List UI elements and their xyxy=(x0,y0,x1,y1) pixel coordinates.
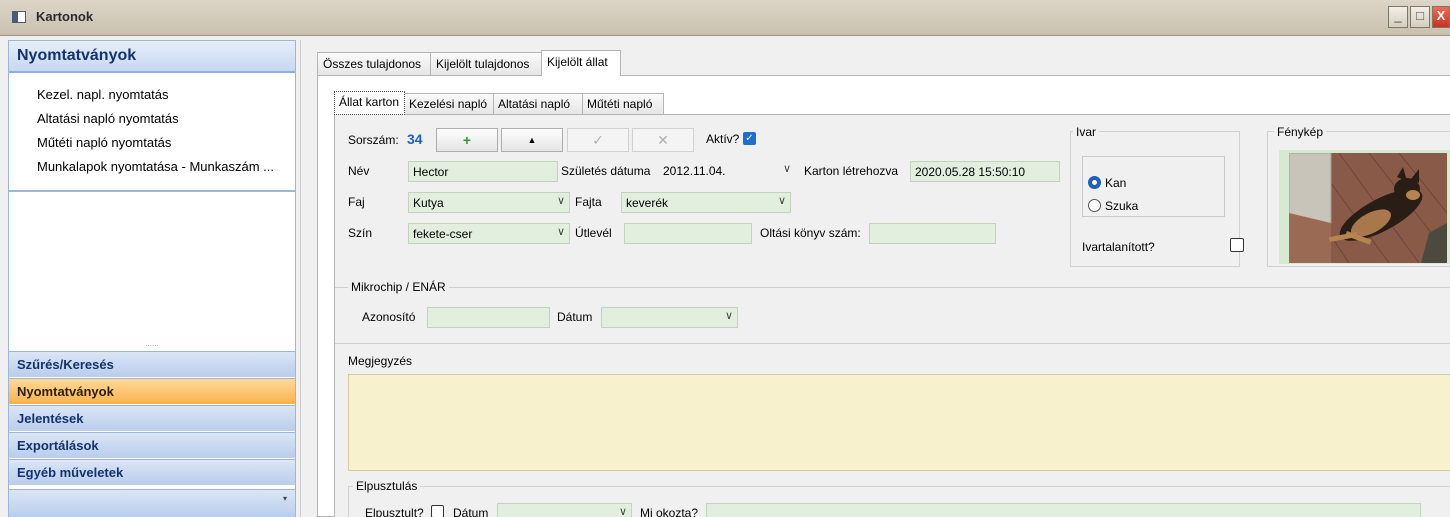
elpusztulas-datum-picker[interactable]: ∨ xyxy=(497,503,632,517)
chevron-down-icon[interactable]: ∨ xyxy=(557,225,565,238)
aktiv-label: Aktív? xyxy=(706,132,740,146)
animal-panel: Állat karton Kezelési napló Altatási nap… xyxy=(317,75,1450,517)
panel-splitter[interactable]: ...... xyxy=(9,340,295,351)
category-egyeb-muveletek[interactable]: Egyéb műveletek xyxy=(9,459,295,485)
app-icon xyxy=(12,11,26,23)
kan-label[interactable]: Kan xyxy=(1105,176,1126,190)
tab-muteti-naplo[interactable]: Műtéti napló xyxy=(582,93,664,114)
megjegyzes-textarea[interactable] xyxy=(348,374,1450,471)
aktiv-checkbox[interactable]: ✓ xyxy=(743,132,756,145)
tab-osszes-tulajdonos[interactable]: Összes tulajdonos xyxy=(317,52,431,75)
szuletes-value: 2012.11.04. xyxy=(663,164,726,178)
category-nyomtatvanyok[interactable]: Nyomtatványok xyxy=(9,378,295,404)
fajta-value: keverék xyxy=(626,196,669,210)
chevron-down-icon[interactable]: ∨ xyxy=(778,194,786,207)
nav-item-muteti-naplo[interactable]: Műtéti napló nyomtatás xyxy=(9,133,295,157)
sorszam-value: 34 xyxy=(407,131,423,147)
ivar-radio-group xyxy=(1082,156,1225,217)
tab-allat-karton[interactable]: Állat karton xyxy=(334,91,405,115)
main-area: Összes tulajdonos Kijelölt tulajdonos Ki… xyxy=(300,40,1450,517)
faj-value: Kutya xyxy=(413,196,444,210)
nav-item-munkalapok[interactable]: Munkalapok nyomtatása - Munkaszám ... xyxy=(9,157,295,181)
tab-altatasi-naplo[interactable]: Altatási napló xyxy=(493,93,583,114)
category-jelentesek[interactable]: Jelentések xyxy=(9,405,295,431)
window-titlebar: Kartonok _ □ X xyxy=(0,0,1450,36)
utlevel-label: Útlevél xyxy=(575,226,612,240)
nav-header: Nyomtatványok xyxy=(9,41,295,73)
elpusztulas-datum-label: Dátum xyxy=(453,506,489,517)
mi-okozta-field[interactable] xyxy=(706,503,1421,517)
mikrochip-datum-picker[interactable]: ∨ xyxy=(601,307,738,328)
close-button[interactable]: X xyxy=(1432,6,1450,28)
chevron-down-icon[interactable]: ∨ xyxy=(725,309,733,322)
up-button[interactable]: ▲ xyxy=(501,128,563,152)
nev-label: Név xyxy=(348,164,370,178)
oltasi-label: Oltási könyv szám: xyxy=(760,226,861,240)
chevron-down-icon[interactable]: ∨ xyxy=(619,505,627,517)
maximize-button[interactable]: □ xyxy=(1410,6,1430,28)
elpusztulas-title: Elpusztulás xyxy=(353,479,421,493)
fenykep-title: Fénykép xyxy=(1274,125,1327,139)
chevron-down-icon[interactable]: ∨ xyxy=(783,162,791,175)
ivartalanitott-label: Ivartalanított? xyxy=(1082,240,1155,254)
azonosito-label: Azonosító xyxy=(362,310,416,324)
nav-divider xyxy=(9,190,295,192)
szin-combo[interactable]: fekete-cser ∨ xyxy=(408,223,570,244)
faj-label: Faj xyxy=(348,195,365,209)
szuletes-label: Születés dátuma xyxy=(561,164,651,178)
nav-item-kezel-napl[interactable]: Kezel. napl. nyomtatás xyxy=(9,85,295,109)
window-title: Kartonok xyxy=(36,9,94,24)
divider xyxy=(335,343,1450,344)
szin-label: Szín xyxy=(348,226,373,240)
chevron-down-icon[interactable]: ∨ xyxy=(557,194,565,207)
azonosito-field[interactable] xyxy=(427,307,550,328)
karton-label: Karton létrehozva xyxy=(804,164,899,178)
confirm-button[interactable]: ✓ xyxy=(567,128,629,152)
fajta-combo[interactable]: keverék ∨ xyxy=(621,192,791,213)
tab-kijelolt-tulajdonos[interactable]: Kijelölt tulajdonos xyxy=(430,52,542,75)
szuka-label[interactable]: Szuka xyxy=(1105,199,1138,213)
karton-field[interactable]: 2020.05.28 15:50:10 xyxy=(910,161,1060,182)
sorszam-label: Sorszám: xyxy=(348,133,399,147)
tab-kijelolt-allat[interactable]: Kijelölt állat xyxy=(541,50,621,76)
ivar-title: Ivar xyxy=(1073,125,1100,139)
tab-kezelesi-naplo[interactable]: Kezelési napló xyxy=(404,93,494,114)
mi-okozta-label: Mi okozta? xyxy=(640,506,699,517)
minimize-button[interactable]: _ xyxy=(1388,6,1408,28)
dog-photo xyxy=(1289,153,1447,263)
print-list: Kezel. napl. nyomtatás Altatási napló ny… xyxy=(9,73,295,181)
animal-card-form: Sorszám: 34 + ▲ ✓ ✕ Aktív? ✓ Név Hector … xyxy=(334,114,1450,517)
left-nav-panel: Nyomtatványok Kezel. napl. nyomtatás Alt… xyxy=(8,40,296,517)
kan-radio[interactable] xyxy=(1088,176,1101,189)
category-exportalasok[interactable]: Exportálások xyxy=(9,432,295,458)
ivartalanitott-checkbox[interactable] xyxy=(1230,238,1244,252)
szuka-radio[interactable] xyxy=(1088,199,1101,212)
szuletes-date-picker[interactable]: 2012.11.04. ∨ xyxy=(659,161,795,182)
utlevel-field[interactable] xyxy=(624,223,752,244)
cancel-button[interactable]: ✕ xyxy=(632,128,694,152)
photo-frame[interactable] xyxy=(1279,150,1450,264)
chevron-down-icon[interactable]: ▾ xyxy=(283,494,287,503)
szin-value: fekete-cser xyxy=(413,227,473,241)
oltasi-field[interactable] xyxy=(869,223,996,244)
megjegyzes-label: Megjegyzés xyxy=(348,354,413,368)
mikrochip-datum-label: Dátum xyxy=(557,310,593,324)
fajta-label: Fajta xyxy=(575,195,602,209)
category-szures-kereses[interactable]: Szűrés/Keresés xyxy=(9,351,295,377)
elpusztult-label: Elpusztult? xyxy=(365,506,424,517)
elpusztult-checkbox[interactable] xyxy=(431,505,444,517)
category-overflow[interactable]: ▾ xyxy=(9,489,295,517)
add-button[interactable]: + xyxy=(436,128,498,152)
nev-field[interactable]: Hector xyxy=(408,161,558,182)
faj-combo[interactable]: Kutya ∨ xyxy=(408,192,570,213)
mikrochip-title: Mikrochip / ENÁR xyxy=(348,280,449,294)
nav-item-altatasi-naplo[interactable]: Altatási napló nyomtatás xyxy=(9,109,295,133)
